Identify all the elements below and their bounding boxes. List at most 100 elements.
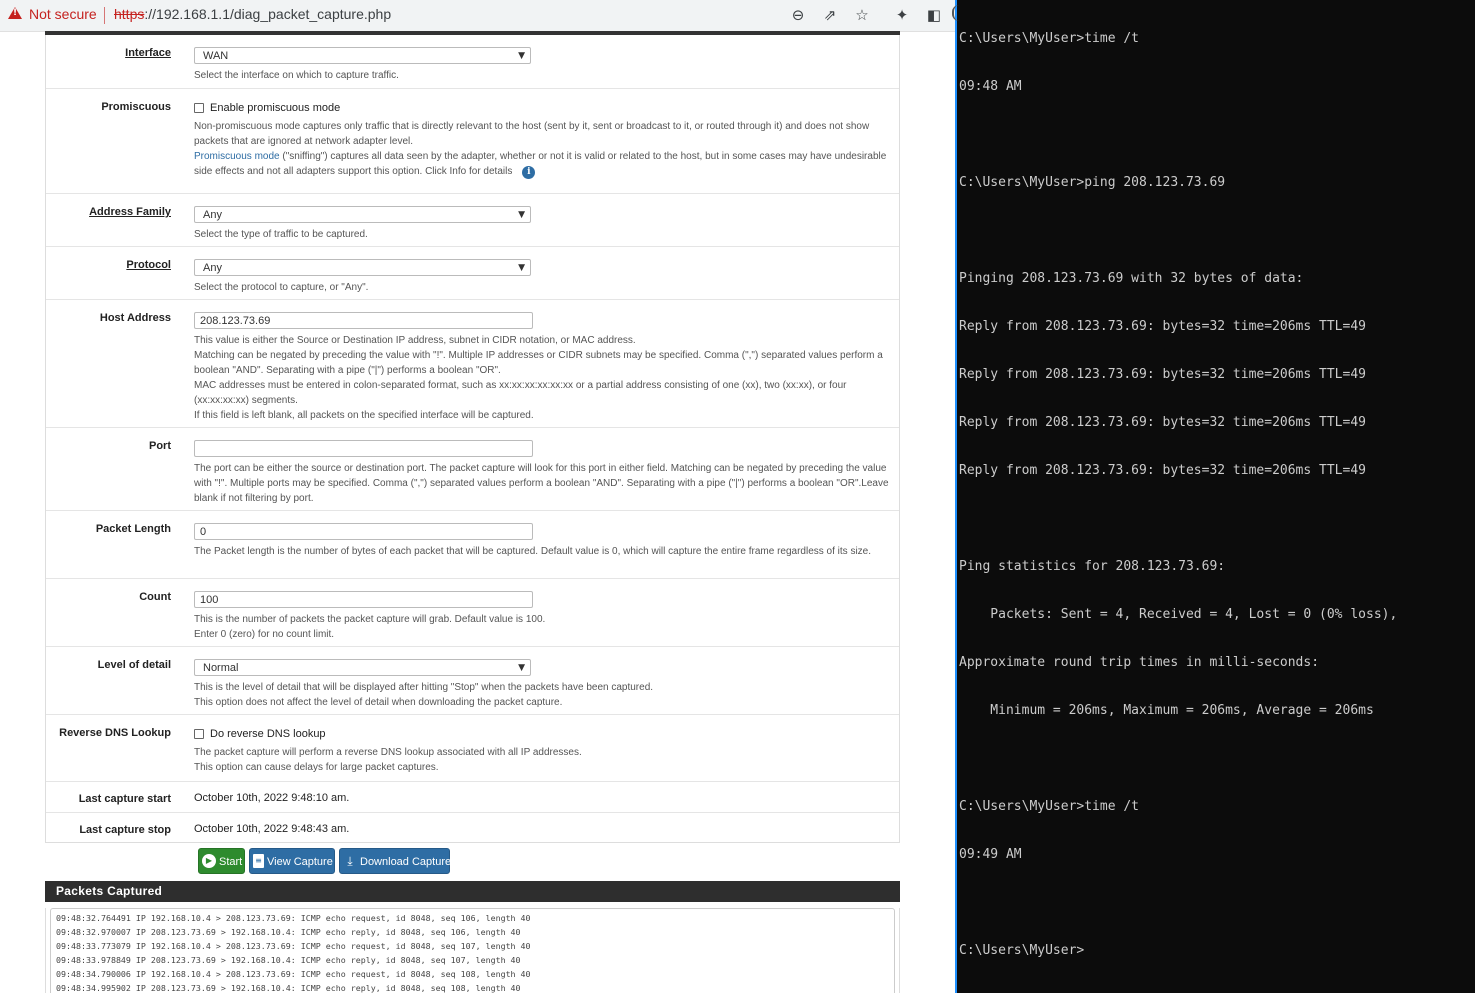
- host-address-input[interactable]: 208.123.73.69: [194, 312, 533, 329]
- packets-output[interactable]: 09:48:32.764491 IP 192.168.10.4 > 208.12…: [50, 908, 895, 993]
- reverse-dns-row: Reverse DNS Lookup Do reverse DNS lookup…: [46, 715, 899, 782]
- last-capture-start-row: Last capture start October 10th, 2022 9:…: [46, 782, 899, 813]
- security-label[interactable]: Not secure: [29, 6, 97, 22]
- packet-length-help: The Packet length is the number of bytes…: [194, 546, 872, 557]
- capture-options-panel: Interface WAN ▼ Select the interface on w…: [45, 35, 900, 843]
- count-label: Count: [139, 591, 171, 603]
- packet-line: 09:48:34.790006 IP 192.168.10.4 > 208.12…: [56, 969, 531, 979]
- window-edge: [952, 5, 959, 21]
- interface-select[interactable]: WAN ▼: [194, 47, 531, 64]
- zoom-icon[interactable]: ⊖: [787, 4, 809, 26]
- play-icon: ▶: [202, 854, 216, 869]
- packet-line: 09:48:33.773079 IP 192.168.10.4 > 208.12…: [56, 941, 531, 951]
- address-family-label[interactable]: Address Family: [89, 206, 171, 218]
- terminal-line: Pinging 208.123.73.69 with 32 bytes of d…: [959, 271, 1304, 286]
- promiscuous-checkbox[interactable]: [194, 103, 204, 114]
- start-button[interactable]: ▶ Start: [198, 848, 245, 874]
- last-capture-stop-value: October 10th, 2022 9:48:43 am.: [194, 823, 350, 835]
- download-icon: ⤓: [347, 854, 353, 869]
- promiscuous-mode-link[interactable]: Promiscuous mode: [194, 151, 280, 162]
- interface-label[interactable]: Interface: [125, 47, 171, 59]
- count-help: This is the number of packets the packet…: [194, 614, 546, 625]
- level-of-detail-row: Level of detail Normal ▼ This is the leve…: [46, 647, 899, 715]
- host-address-help: MAC addresses must be entered in colon-s…: [194, 380, 847, 406]
- address-divider: [104, 7, 105, 24]
- packets-captured-title: Packets Captured: [45, 881, 900, 902]
- address-family-row: Address Family Any ▼ Select the type of t…: [46, 194, 899, 247]
- last-capture-start-label: Last capture start: [78, 793, 171, 805]
- count-input[interactable]: 100: [194, 591, 533, 608]
- last-capture-start-value: October 10th, 2022 9:48:10 am.: [194, 792, 350, 804]
- promiscuous-help: Non-promiscuous mode captures only traff…: [194, 121, 870, 147]
- share-icon[interactable]: ⇗: [819, 4, 841, 26]
- reverse-dns-checkbox-label[interactable]: Do reverse DNS lookup: [210, 728, 326, 740]
- protocol-help: Select the protocol to capture, or "Any"…: [194, 282, 369, 293]
- chevron-down-icon: ▼: [518, 663, 525, 673]
- reverse-dns-help: The packet capture will perform a revers…: [194, 747, 582, 758]
- info-icon[interactable]: i: [522, 166, 536, 179]
- address-family-select[interactable]: Any ▼: [194, 206, 531, 223]
- packet-line: 09:48:32.970007 IP 208.123.73.69 > 192.1…: [56, 927, 521, 937]
- level-of-detail-help: This is the level of detail that will be…: [194, 682, 654, 693]
- packet-capture-page: Interface WAN ▼ Select the interface on w…: [45, 31, 900, 843]
- packets-captured-panel: Packets Captured 09:48:32.764491 IP 192.…: [45, 881, 900, 993]
- port-row: Port The port can be either the source o…: [46, 428, 899, 511]
- promiscuous-checkbox-label[interactable]: Enable promiscuous mode: [210, 102, 340, 114]
- terminal-line: Reply from 208.123.73.69: bytes=32 time=…: [959, 319, 1366, 334]
- url-path: ://192.168.1.1/diag_packet_capture.php: [144, 6, 392, 22]
- packet-line: 09:48:33.978849 IP 208.123.73.69 > 192.1…: [56, 955, 521, 965]
- address-family-help: Select the type of traffic to be capture…: [194, 229, 368, 240]
- promiscuous-help-detail: ("sniffing") captures all data seen by t…: [194, 151, 887, 177]
- terminal-line: C:\Users\MyUser>ping 208.123.73.69: [959, 175, 1226, 190]
- reverse-dns-checkbox[interactable]: [194, 729, 204, 740]
- protocol-label[interactable]: Protocol: [126, 259, 171, 271]
- promiscuous-label: Promiscuous: [101, 101, 171, 113]
- reverse-dns-label: Reverse DNS Lookup: [59, 727, 171, 739]
- address-bar[interactable]: ! Not secure https://192.168.1.1/diag_pa…: [0, 0, 955, 32]
- host-address-help: Matching can be negated by preceding the…: [194, 350, 883, 376]
- extensions-icon[interactable]: ✦: [891, 4, 913, 26]
- port-input[interactable]: [194, 440, 533, 457]
- last-capture-stop-row: Last capture stop October 10th, 2022 9:4…: [46, 813, 899, 842]
- terminal-line: 09:48 AM: [959, 79, 1022, 94]
- terminal-line: Minimum = 206ms, Maximum = 206ms, Averag…: [959, 703, 1374, 718]
- host-address-help: If this field is left blank, all packets…: [194, 410, 534, 421]
- chevron-down-icon: ▼: [518, 263, 525, 273]
- url-scheme: https: [114, 6, 145, 22]
- packet-length-row: Packet Length 0 The Packet length is the…: [46, 511, 899, 579]
- last-capture-stop-label: Last capture stop: [79, 824, 171, 836]
- url-text[interactable]: https://192.168.1.1/diag_packet_capture.…: [114, 6, 391, 22]
- bookmark-star-icon[interactable]: ☆: [851, 4, 873, 26]
- port-help: The port can be either the source or des…: [194, 463, 889, 504]
- terminal-prompt[interactable]: C:\Users\MyUser>: [959, 943, 1397, 959]
- browser-window: ! Not secure https://192.168.1.1/diag_pa…: [0, 0, 955, 993]
- host-address-label: Host Address: [99, 312, 171, 324]
- protocol-row: Protocol Any ▼ Select the protocol to cap…: [46, 247, 899, 300]
- warning-icon[interactable]: !: [8, 7, 22, 19]
- level-of-detail-select[interactable]: Normal ▼: [194, 659, 531, 676]
- level-of-detail-label: Level of detail: [97, 659, 171, 671]
- download-capture-button[interactable]: ⤓ Download Capture: [339, 848, 451, 874]
- host-address-row: Host Address 208.123.73.69 This value is…: [46, 300, 899, 428]
- packet-length-input[interactable]: 0: [194, 523, 533, 540]
- terminal-line: Approximate round trip times in milli-se…: [959, 655, 1320, 670]
- reverse-dns-help: This option can cause delays for large p…: [194, 762, 439, 773]
- count-row: Count 100 This is the number of packets …: [46, 579, 899, 647]
- file-icon: ≡: [253, 854, 264, 869]
- sidebar-icon[interactable]: ◧: [923, 4, 945, 26]
- terminal-line: Ping statistics for 208.123.73.69:: [959, 559, 1226, 574]
- terminal-line: Reply from 208.123.73.69: bytes=32 time=…: [959, 463, 1366, 478]
- promiscuous-row: Promiscuous Enable promiscuous mode Non-…: [46, 89, 899, 194]
- level-of-detail-help: This option does not affect the level of…: [194, 697, 563, 708]
- port-label: Port: [149, 440, 171, 452]
- protocol-select[interactable]: Any ▼: [194, 259, 531, 276]
- view-capture-button[interactable]: ≡ View Capture: [249, 848, 335, 874]
- command-prompt-window[interactable]: C:\Users\MyUser>time /t 09:48 AM C:\User…: [955, 0, 1475, 993]
- packet-line: 09:48:34.995902 IP 208.123.73.69 > 192.1…: [56, 983, 521, 993]
- terminal-line: 09:49 AM: [959, 847, 1022, 862]
- terminal-line: C:\Users\MyUser>time /t: [959, 31, 1140, 46]
